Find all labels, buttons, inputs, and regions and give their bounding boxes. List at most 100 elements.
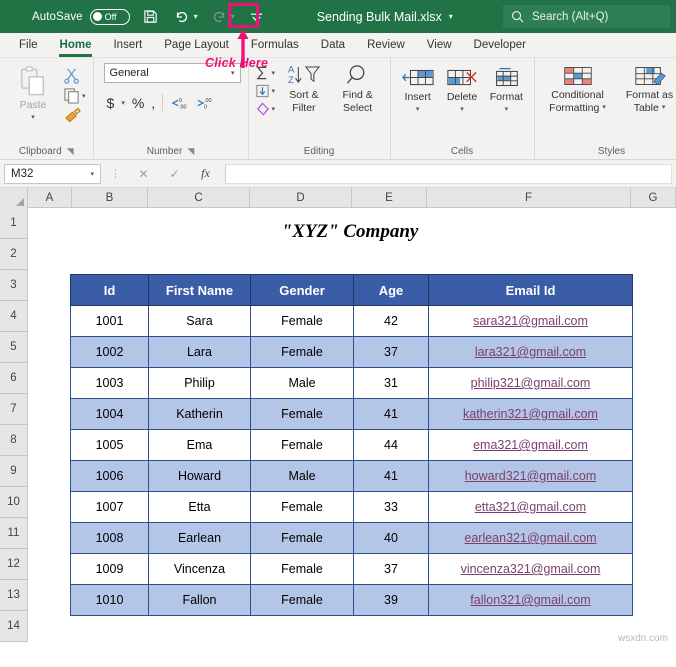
cell-id[interactable]: 1003 bbox=[70, 367, 149, 399]
column-header-a[interactable]: A bbox=[28, 188, 72, 207]
cell-email[interactable]: vincenza321@gmail.com bbox=[428, 553, 633, 585]
table-row[interactable]: 1006 Howard Male 41 howard321@gmail.com bbox=[70, 460, 633, 492]
table-row[interactable]: 1004 Katherin Female 41 katherin321@gmai… bbox=[70, 398, 633, 430]
clear-button[interactable]: ▾ bbox=[255, 102, 275, 116]
sort-filter-button[interactable]: AZ Sort & Filter bbox=[279, 63, 329, 114]
insert-function-icon[interactable]: fx bbox=[192, 166, 219, 181]
cell-gender[interactable]: Female bbox=[250, 336, 354, 368]
cell-email[interactable]: ema321@gmail.com bbox=[428, 429, 633, 461]
cell-email[interactable]: fallon321@gmail.com bbox=[428, 584, 633, 616]
cell-first-name[interactable]: Earlean bbox=[148, 522, 251, 554]
cell-age[interactable]: 33 bbox=[353, 491, 429, 523]
cell-first-name[interactable]: Fallon bbox=[148, 584, 251, 616]
row-header-14[interactable]: 14 bbox=[0, 611, 28, 642]
row-header-1[interactable]: 1 bbox=[0, 208, 28, 239]
column-header-e[interactable]: E bbox=[352, 188, 427, 207]
table-row[interactable]: 1008 Earlean Female 40 earlean321@gmail.… bbox=[70, 522, 633, 554]
cell-first-name[interactable]: Philip bbox=[148, 367, 251, 399]
cell-id[interactable]: 1006 bbox=[70, 460, 149, 492]
row-header-4[interactable]: 4 bbox=[0, 301, 28, 332]
tab-data[interactable]: Data bbox=[310, 36, 356, 55]
cell-id[interactable]: 1008 bbox=[70, 522, 149, 554]
row-header-9[interactable]: 9 bbox=[0, 456, 28, 487]
row-header-8[interactable]: 8 bbox=[0, 425, 28, 456]
conditional-formatting-button[interactable]: Conditional Formatting ▾ bbox=[542, 64, 614, 114]
column-header-c[interactable]: C bbox=[148, 188, 250, 207]
cell-email[interactable]: katherin321@gmail.com bbox=[428, 398, 633, 430]
format-painter-icon[interactable] bbox=[63, 107, 86, 123]
tab-review[interactable]: Review bbox=[356, 36, 416, 55]
cell-gender[interactable]: Female bbox=[250, 305, 354, 337]
table-row[interactable]: 1009 Vincenza Female 37 vincenza321@gmai… bbox=[70, 553, 633, 585]
cell-gender[interactable]: Male bbox=[250, 460, 354, 492]
cell-first-name[interactable]: Vincenza bbox=[148, 553, 251, 585]
paste-button[interactable]: Paste ▾ bbox=[7, 65, 59, 124]
fill-button[interactable]: ▾ bbox=[255, 84, 276, 98]
save-icon[interactable] bbox=[141, 6, 161, 28]
copy-button[interactable]: ▾ bbox=[63, 87, 86, 104]
column-header-g[interactable]: G bbox=[631, 188, 676, 207]
table-row[interactable]: 1001 Sara Female 42 sara321@gmail.com bbox=[70, 305, 633, 337]
currency-dropdown-icon[interactable]: ▾ bbox=[121, 99, 125, 107]
table-row[interactable]: 1003 Philip Male 31 philip321@gmail.com bbox=[70, 367, 633, 399]
row-header-13[interactable]: 13 bbox=[0, 580, 28, 611]
cell-age[interactable]: 41 bbox=[353, 398, 429, 430]
autosum-dropdown-icon[interactable]: ▾ bbox=[272, 69, 276, 77]
number-dialog-launcher-icon[interactable]: ◥ bbox=[187, 146, 194, 157]
chevron-down-icon[interactable]: ▾ bbox=[231, 69, 235, 77]
undo-icon[interactable] bbox=[172, 6, 192, 28]
delete-dropdown-icon[interactable]: ▾ bbox=[460, 104, 464, 116]
row-header-3[interactable]: 3 bbox=[0, 270, 28, 301]
clipboard-dialog-launcher-icon[interactable]: ◥ bbox=[67, 146, 74, 157]
table-row[interactable]: 1010 Fallon Female 39 fallon321@gmail.co… bbox=[70, 584, 633, 616]
tab-formulas[interactable]: Formulas bbox=[240, 36, 310, 55]
cancel-entry-icon[interactable]: ✕ bbox=[130, 167, 157, 181]
tab-insert[interactable]: Insert bbox=[102, 36, 153, 55]
percent-format-button[interactable]: % bbox=[132, 95, 144, 111]
cell-gender[interactable]: Female bbox=[250, 553, 354, 585]
cell-id[interactable]: 1002 bbox=[70, 336, 149, 368]
cell-age[interactable]: 41 bbox=[353, 460, 429, 492]
format-as-table-dropdown-icon[interactable]: ▾ bbox=[662, 102, 666, 114]
tab-developer[interactable]: Developer bbox=[463, 36, 537, 55]
format-cells-button[interactable]: Format ▾ bbox=[486, 66, 526, 116]
currency-format-button[interactable]: $ bbox=[107, 95, 115, 111]
cell-id[interactable]: 1001 bbox=[70, 305, 149, 337]
find-select-button[interactable]: Find & Select bbox=[333, 63, 383, 114]
cell-first-name[interactable]: Howard bbox=[148, 460, 251, 492]
document-title-dropdown-icon[interactable]: ▾ bbox=[449, 12, 453, 21]
name-box[interactable]: M32 ▾ bbox=[4, 163, 101, 184]
confirm-entry-icon[interactable]: ✓ bbox=[161, 167, 188, 181]
name-box-dropdown-icon[interactable]: ▾ bbox=[90, 170, 94, 178]
insert-cells-button[interactable]: Insert ▾ bbox=[398, 66, 438, 116]
cell-id[interactable]: 1009 bbox=[70, 553, 149, 585]
cell-email[interactable]: earlean321@gmail.com bbox=[428, 522, 633, 554]
table-row[interactable]: 1005 Ema Female 44 ema321@gmail.com bbox=[70, 429, 633, 461]
autosave-toggle[interactable]: Off bbox=[89, 8, 130, 25]
tab-page-layout[interactable]: Page Layout bbox=[153, 36, 240, 55]
cell-id[interactable]: 1004 bbox=[70, 398, 149, 430]
cell-gender[interactable]: Male bbox=[250, 367, 354, 399]
select-all-corner[interactable] bbox=[0, 188, 28, 208]
cell-age[interactable]: 44 bbox=[353, 429, 429, 461]
fill-dropdown-icon[interactable]: ▾ bbox=[272, 87, 276, 95]
cell-first-name[interactable]: Ema bbox=[148, 429, 251, 461]
cell-age[interactable]: 37 bbox=[353, 336, 429, 368]
insert-dropdown-icon[interactable]: ▾ bbox=[416, 104, 420, 116]
conditional-formatting-dropdown-icon[interactable]: ▾ bbox=[602, 102, 606, 114]
tab-view[interactable]: View bbox=[416, 36, 463, 55]
cell-gender[interactable]: Female bbox=[250, 398, 354, 430]
column-header-b[interactable]: B bbox=[72, 188, 148, 207]
cell-id[interactable]: 1010 bbox=[70, 584, 149, 616]
tab-file[interactable]: File bbox=[8, 36, 49, 55]
cell-id[interactable]: 1007 bbox=[70, 491, 149, 523]
format-as-table-button[interactable]: Format as Table ▾ bbox=[618, 64, 676, 114]
cut-icon[interactable] bbox=[63, 67, 86, 84]
cell-gender[interactable]: Female bbox=[250, 491, 354, 523]
cell-age[interactable]: 39 bbox=[353, 584, 429, 616]
format-dropdown-icon[interactable]: ▾ bbox=[505, 104, 509, 116]
cell-email[interactable]: sara321@gmail.com bbox=[428, 305, 633, 337]
comma-format-button[interactable]: , bbox=[151, 95, 155, 111]
cell-email[interactable]: philip321@gmail.com bbox=[428, 367, 633, 399]
search-input[interactable]: Search (Alt+Q) bbox=[503, 5, 670, 28]
